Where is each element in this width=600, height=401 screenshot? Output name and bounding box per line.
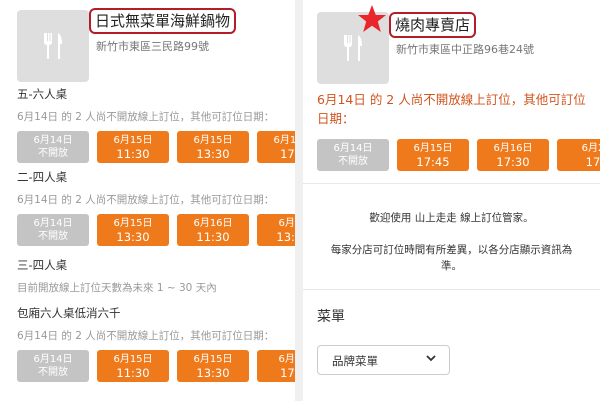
time-slot-button[interactable]: 6月15日 11:30: [97, 131, 169, 163]
time-slot-row: 6月14日不開放6月15日11:306月15日13:306月1517:3: [17, 350, 295, 382]
slot-date: 6月14日: [33, 354, 73, 365]
slot-date: 6月15日: [193, 354, 233, 365]
time-slot-button[interactable]: 6月1613:30: [257, 214, 295, 246]
slot-time: 17:3: [280, 147, 295, 161]
divider-line: [303, 183, 600, 184]
table-type-title: 三-四人桌: [17, 258, 68, 272]
slot-time: 不開放: [38, 367, 68, 378]
booking-notice: 6月14日 的 2 人尚不開放線上訂位，其他可訂位日期：: [317, 92, 586, 126]
slot-time: 17:3: [280, 366, 295, 380]
menu-title: 菜單: [317, 309, 345, 325]
time-slot-button[interactable]: 6月15日 13:30: [177, 131, 249, 163]
slot-date: 6月14日: [333, 143, 373, 154]
restaurant-panel-right: 燒肉專賣店 新竹市東區中正路96巷24號 6月14日 的 2 人尚不開放線上訂位…: [303, 0, 600, 401]
slot-time: 不開放: [338, 156, 368, 167]
branch-note-end: 準。: [441, 260, 462, 272]
chevron-down-icon: [426, 355, 436, 362]
time-slot-button[interactable]: 6月16日 11:30: [177, 214, 249, 246]
table-type-title: 五-六人桌: [17, 87, 68, 101]
restaurant-name: 日式無菜單海鮮鍋物: [89, 8, 237, 34]
booking-notice: 目前開放線上訂位天數為未來 1 ~ 30 天內: [17, 282, 217, 294]
slot-date: 6月15日: [193, 135, 233, 146]
time-slot-button[interactable]: 6月217: [557, 139, 600, 171]
time-slot-row: 6月14日不開放6月15日13:306月16日11:306月1613:30: [17, 214, 295, 246]
restaurant-address: 新竹市東區三民路99號: [96, 40, 209, 53]
time-slot-button[interactable]: 6月15日 11:30: [97, 350, 169, 382]
restaurant-panel-left: 日式無菜單海鮮鍋物 新竹市東區三民路99號 五-六人桌 6月14日 的 2 人尚不…: [0, 0, 295, 401]
time-slot-unavailable: 6月14日不開放: [17, 350, 89, 382]
table-type-title: 包廂六人桌低消六千: [17, 306, 121, 320]
booking-notice: 6月14日 的 2 人尚不開放線上訂位，其他可訂位日期：: [17, 330, 275, 342]
slot-date: 6月14日: [33, 218, 73, 229]
slot-date: 6月15日: [113, 354, 153, 365]
slot-date: 6月2: [581, 143, 600, 154]
slot-time: 不開放: [38, 148, 68, 159]
restaurant-address: 新竹市東區中正路96巷24號: [396, 43, 534, 56]
slot-time: 17: [585, 155, 600, 169]
time-slot-unavailable: 6月14日不開放: [317, 139, 389, 171]
slot-time: 13:30: [276, 230, 295, 244]
slot-date: 6月15日: [113, 135, 153, 146]
slot-time: 17:30: [496, 155, 530, 169]
slot-date: 6月15日: [413, 143, 453, 154]
booking-notice: 6月14日 的 2 人尚不開放線上訂位，其他可訂位日期：: [17, 194, 275, 206]
time-slot-button[interactable]: 6月15日 13:30: [97, 214, 169, 246]
menu-select[interactable]: 品牌菜單: [317, 345, 450, 375]
time-slot-button[interactable]: 6月15日 13:30: [177, 350, 249, 382]
time-slot-button[interactable]: 6月16日 17:30: [477, 139, 549, 171]
slot-time: 13:30: [196, 366, 230, 380]
welcome-text: 歡迎使用 山上走走 線上訂位管家。: [369, 212, 534, 224]
table-type-title: 二-四人桌: [17, 170, 68, 184]
utensils-icon: [44, 33, 62, 59]
slot-time: 13:30: [196, 147, 230, 161]
slot-time: 不開放: [38, 231, 68, 242]
time-slot-row: 6月14日不開放6月15日11:306月15日13:306月15日17:3: [17, 131, 295, 163]
restaurant-name: 燒肉專賣店: [389, 12, 477, 38]
slot-date: 6月16日: [493, 143, 533, 154]
utensils-icon: [344, 35, 362, 61]
slot-time: 11:30: [116, 147, 150, 161]
time-slot-unavailable: 6月14日不開放: [17, 131, 89, 163]
time-slot-button[interactable]: 6月15日17:3: [257, 131, 295, 163]
slot-date: 6月14日: [33, 135, 73, 146]
restaurant-thumbnail: [17, 10, 89, 82]
slot-date: 6月15日: [113, 218, 153, 229]
slot-date: 6月15日: [273, 135, 295, 146]
slot-time: 13:30: [116, 230, 150, 244]
slot-time: 11:30: [116, 366, 150, 380]
time-slot-button[interactable]: 6月1517:3: [257, 350, 295, 382]
star-icon: [358, 5, 386, 32]
slot-time: 17:45: [416, 155, 450, 169]
time-slot-row: 6月14日不開放6月15日17:456月16日17:306月217: [317, 139, 600, 171]
branch-note: 每家分店可訂位時間有所差異，以各分店顯示資訊為: [330, 244, 573, 256]
time-slot-unavailable: 6月14日不開放: [17, 214, 89, 246]
slot-date: 6月16日: [193, 218, 233, 229]
slot-date: 6月16: [278, 218, 295, 229]
panel-divider: [295, 0, 303, 401]
menu-select-value: 品牌菜單: [332, 354, 378, 368]
divider-line: [303, 289, 600, 290]
time-slot-button[interactable]: 6月15日 17:45: [397, 139, 469, 171]
slot-time: 11:30: [196, 230, 230, 244]
booking-notice: 6月14日 的 2 人尚不開放線上訂位，其他可訂位日期：: [17, 111, 275, 123]
slot-date: 6月15: [278, 354, 295, 365]
